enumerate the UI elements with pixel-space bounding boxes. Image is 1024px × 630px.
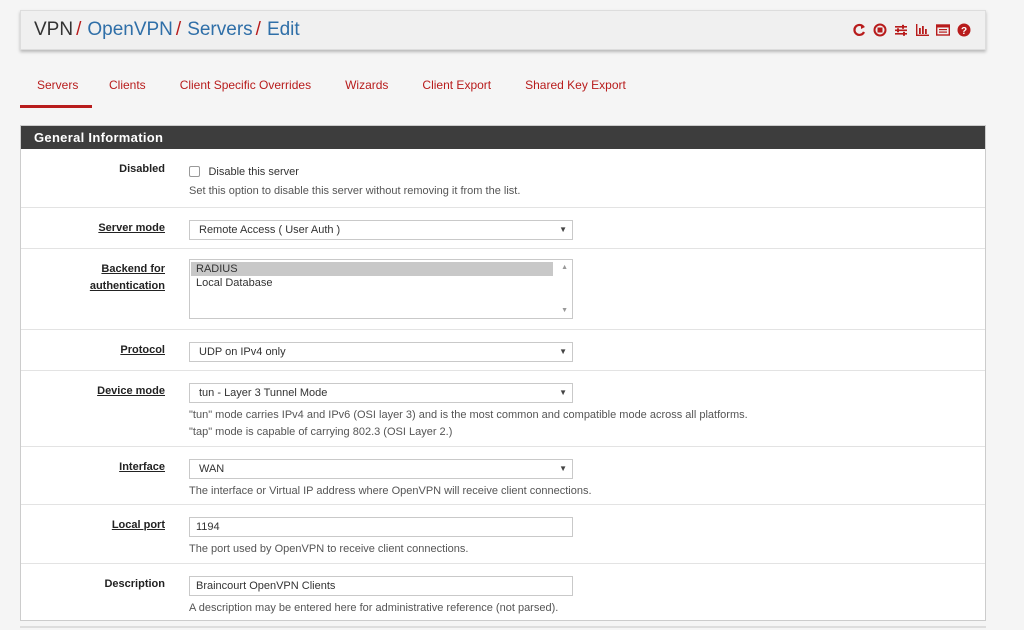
server-mode-label[interactable]: Server mode (98, 220, 165, 237)
description-input[interactable]: Braincourt OpenVPN Clients (189, 576, 573, 596)
svg-text:?: ? (961, 26, 967, 37)
backend-auth-label-line2: authentication (89, 280, 165, 292)
tab-client-export[interactable]: Client Export (405, 70, 508, 108)
device-mode-value: tun - Layer 3 Tunnel Mode (199, 387, 328, 399)
interface-value: WAN (199, 463, 225, 475)
device-mode-select[interactable]: tun - Layer 3 Tunnel Mode ▼ (189, 383, 573, 403)
disabled-label: Disabled (119, 163, 165, 175)
device-mode-help-tap: "tap" mode is capable of carrying 802.3 … (189, 426, 453, 438)
general-information-panel: General Information Disabled Disable thi… (20, 125, 986, 621)
interface-row: Interface WAN ▼ The interface or Virtual… (21, 446, 985, 504)
tab-clients[interactable]: Clients (92, 70, 163, 108)
protocol-select[interactable]: UDP on IPv4 only ▼ (189, 342, 573, 362)
chevron-down-icon: ▼ (559, 225, 567, 234)
tab-shared-key-export[interactable]: Shared Key Export (508, 70, 643, 108)
local-port-row: Local port 1194 The port used by OpenVPN… (21, 504, 985, 563)
stop-icon[interactable] (873, 22, 887, 38)
breadcrumb-separator: / (175, 19, 182, 40)
chevron-down-icon: ▼ (559, 388, 567, 397)
protocol-row: Protocol UDP on IPv4 only ▼ (21, 329, 985, 370)
breadcrumb-bar: VPN / OpenVPN / Servers / Edit ? (20, 10, 986, 50)
breadcrumb-openvpn[interactable]: OpenVPN (87, 19, 173, 41)
scroll-down-icon[interactable]: ▼ (561, 307, 568, 314)
server-mode-row: Server mode Remote Access ( User Auth ) … (21, 207, 985, 248)
chevron-down-icon: ▼ (559, 464, 567, 473)
tab-servers[interactable]: Servers (20, 70, 92, 108)
chart-icon[interactable] (915, 22, 929, 38)
tab-wizards[interactable]: Wizards (328, 70, 405, 108)
tab-client-specific-overrides[interactable]: Client Specific Overrides (163, 70, 328, 108)
backend-option-local-database[interactable]: Local Database (191, 276, 553, 290)
description-help: A description may be entered here for ad… (189, 602, 559, 614)
server-mode-select[interactable]: Remote Access ( User Auth ) ▼ (189, 220, 573, 240)
breadcrumb-servers[interactable]: Servers (187, 19, 252, 41)
protocol-value: UDP on IPv4 only (199, 346, 286, 358)
description-label: Description (104, 578, 165, 590)
server-mode-value: Remote Access ( User Auth ) (199, 224, 341, 236)
scroll-up-icon[interactable]: ▲ (561, 264, 568, 271)
reload-icon[interactable] (852, 22, 866, 38)
chevron-down-icon: ▼ (559, 347, 567, 356)
interface-select[interactable]: WAN ▼ (189, 459, 573, 479)
sliders-icon[interactable] (894, 22, 908, 38)
help-icon[interactable]: ? (957, 22, 971, 38)
device-mode-label[interactable]: Device mode (97, 383, 165, 400)
local-port-label[interactable]: Local port (112, 517, 165, 534)
breadcrumb-separator: / (76, 19, 82, 40)
disable-server-checkbox[interactable] (189, 166, 200, 178)
local-port-input[interactable]: 1194 (189, 517, 573, 537)
backend-auth-label-line1: Backend for (101, 263, 165, 275)
interface-label[interactable]: Interface (119, 459, 165, 476)
tab-bar: Servers Clients Client Specific Override… (20, 70, 643, 108)
backend-auth-listbox[interactable]: RADIUS Local Database ▲ ▼ (189, 259, 573, 319)
interface-help: The interface or Virtual IP address wher… (189, 485, 592, 497)
device-mode-row: Device mode tun - Layer 3 Tunnel Mode ▼ … (21, 370, 985, 446)
breadcrumb-root: VPN (34, 19, 74, 40)
protocol-label[interactable]: Protocol (120, 342, 165, 359)
disable-server-checkbox-label[interactable]: Disable this server (208, 166, 298, 178)
disabled-help: Set this option to disable this server w… (189, 185, 521, 197)
description-row: Description Braincourt OpenVPN Clients A… (21, 563, 985, 621)
backend-option-radius[interactable]: RADIUS (191, 262, 553, 276)
panel-title: General Information (21, 126, 985, 149)
breadcrumb-edit[interactable]: Edit (267, 19, 300, 41)
local-port-help: The port used by OpenVPN to receive clie… (189, 543, 469, 555)
log-icon[interactable] (936, 22, 950, 38)
breadcrumb-separator: / (255, 19, 261, 40)
backend-auth-label[interactable]: Backend for authentication (90, 261, 165, 295)
backend-auth-row: Backend for authentication RADIUS Local … (21, 248, 985, 329)
disabled-field: Disable this server (189, 163, 299, 181)
header-icons: ? (852, 22, 971, 38)
disabled-row: Disabled Disable this server Set this op… (21, 149, 985, 207)
next-panel-edge (20, 626, 986, 628)
device-mode-help-tun: "tun" mode carries IPv4 and IPv6 (OSI la… (189, 409, 748, 421)
